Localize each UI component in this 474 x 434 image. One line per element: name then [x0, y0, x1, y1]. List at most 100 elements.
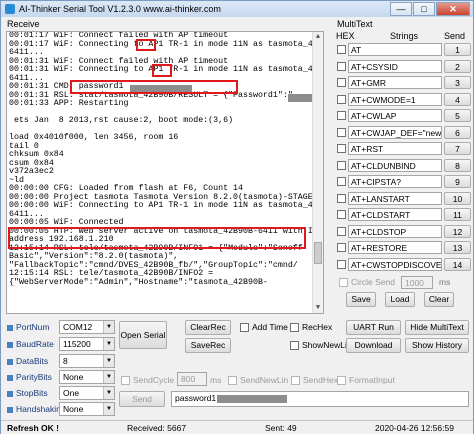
- multitext-save-button[interactable]: Save: [346, 292, 376, 307]
- sent-count: Sent: 49: [265, 423, 297, 433]
- hex-checkbox[interactable]: [337, 259, 346, 269]
- receive-log-line: csum 0x84: [9, 158, 54, 168]
- download-button[interactable]: Download: [346, 338, 401, 353]
- multitext-string-input[interactable]: AT+CWSTOPDISCOVER: [348, 257, 442, 271]
- hide-multitext-button[interactable]: Hide MultiText: [405, 320, 469, 335]
- hex-checkbox[interactable]: [337, 177, 346, 186]
- multitext-row: AT+CWSTOPDISCOVER 14: [336, 257, 472, 272]
- multitext-send-button[interactable]: 9: [444, 175, 471, 188]
- multitext-row: AT+RESTORE 13: [336, 241, 472, 255]
- close-button[interactable]: ✕: [436, 2, 470, 16]
- circle-send-row: Circle Send 1000 ms: [335, 276, 471, 289]
- send-input[interactable]: password1: [171, 391, 469, 407]
- multitext-send-button[interactable]: 5: [444, 109, 471, 122]
- status-bar: Refresh OK ! Received: 5667 Sent: 49 202…: [1, 420, 473, 434]
- hex-checkbox[interactable]: [337, 160, 346, 170]
- multitext-send-button[interactable]: 2: [444, 59, 471, 73]
- scroll-thumb[interactable]: [314, 242, 322, 264]
- multitext-string-input[interactable]: AT+CIPSTA?: [348, 175, 442, 188]
- multitext-string-input[interactable]: AT+RESTORE: [348, 241, 442, 254]
- receive-scrollbar[interactable]: ▲ ▼: [312, 32, 323, 313]
- multitext-send-button[interactable]: 14: [444, 257, 471, 271]
- multitext-string-input[interactable]: AT+CLDUNBIND: [348, 158, 442, 172]
- minimize-button[interactable]: —: [390, 2, 412, 16]
- multitext-send-button[interactable]: 7: [444, 142, 471, 155]
- window-title: AI-Thinker Serial Tool V1.2.3.0 www.ai-t…: [19, 4, 221, 14]
- hex-checkbox[interactable]: [337, 210, 346, 219]
- hex-checkbox[interactable]: [337, 78, 346, 87]
- circle-send-interval[interactable]: 1000: [401, 276, 433, 289]
- send-cycle-unit: ms: [210, 375, 222, 385]
- send-cycle-interval[interactable]: 800: [177, 372, 207, 386]
- maximize-button[interactable]: □: [413, 2, 435, 16]
- multitext-string-input[interactable]: AT+CLDSTART: [348, 208, 442, 221]
- receive-label: Receive: [7, 19, 40, 29]
- multitext-send-button[interactable]: 3: [444, 76, 471, 89]
- multitext-send-button[interactable]: 11: [444, 208, 471, 221]
- highlight-box-tr1-b: [152, 64, 172, 77]
- hex-checkbox[interactable]: [337, 111, 346, 120]
- multitext-row: AT+CWMODE=1 4: [336, 92, 472, 107]
- sendhex-checkbox[interactable]: SendHex: [291, 375, 338, 386]
- hex-checkbox[interactable]: [337, 243, 346, 252]
- databits-label: DataBits: [7, 356, 48, 366]
- multitext-string-input[interactable]: AT+CSYSID: [348, 59, 442, 73]
- rechex-checkbox[interactable]: RecHex: [290, 322, 332, 333]
- save-rec-button[interactable]: SaveRec: [185, 338, 231, 353]
- hex-checkbox[interactable]: [337, 61, 346, 71]
- send-button[interactable]: Send: [119, 391, 165, 407]
- hex-checkbox[interactable]: [337, 144, 346, 153]
- multitext-string-input[interactable]: AT+CLDSTOP: [348, 224, 442, 238]
- baudrate-label: BaudRate: [7, 339, 54, 349]
- multitext-string-input[interactable]: AT+CWLAP: [348, 109, 442, 122]
- hex-checkbox[interactable]: [337, 127, 346, 137]
- hex-checkbox[interactable]: [337, 193, 346, 203]
- baudrate-select[interactable]: 115200 ▼: [59, 337, 115, 351]
- open-serial-button[interactable]: Open Serial: [119, 321, 167, 349]
- multitext-string-input[interactable]: AT+LANSTART: [348, 191, 442, 205]
- multitext-send-button[interactable]: 10: [444, 191, 471, 205]
- hex-checkbox[interactable]: [337, 94, 346, 104]
- send-cycle-checkbox[interactable]: SendCycle: [121, 375, 174, 386]
- hex-checkbox[interactable]: [337, 45, 346, 54]
- multitext-clear-button[interactable]: Clear: [424, 292, 454, 307]
- format-input-checkbox[interactable]: FormatInput: [337, 375, 395, 386]
- databits-select[interactable]: 8 ▼: [59, 354, 115, 368]
- multitext-string-input[interactable]: AT+GMR: [348, 76, 442, 89]
- receive-log-line: ets Jan 8 2013,rst cause:2, boot mode:(3…: [9, 116, 234, 125]
- scroll-up-icon[interactable]: ▲: [313, 32, 323, 42]
- hex-header: HEX: [336, 31, 355, 41]
- receive-log-line: {"WebServerMode":"Admin","Hostname":"tas…: [9, 277, 268, 287]
- show-history-button[interactable]: Show History: [405, 338, 469, 353]
- receive-log-line: 00:01:17 WiF: Connecting to AP1 TR-1 in …: [9, 39, 324, 49]
- stopbits-select[interactable]: One ▼: [59, 386, 115, 400]
- multitext-string-input[interactable]: AT+RST: [348, 142, 442, 155]
- multitext-string-input[interactable]: AT: [348, 43, 442, 56]
- clear-rec-button[interactable]: ClearRec: [185, 320, 231, 335]
- uart-run-button[interactable]: UART Run: [346, 320, 401, 335]
- multitext-send-button[interactable]: 13: [444, 241, 471, 254]
- multitext-send-button[interactable]: 8: [444, 158, 471, 172]
- multitext-row: AT+LANSTART 10: [336, 191, 472, 206]
- multitext-row: AT+CLDUNBIND 8: [336, 158, 472, 173]
- receive-log-line: 00:01:33 APP: Restarting: [9, 99, 129, 108]
- handshaking-select[interactable]: None ▼: [59, 402, 115, 416]
- add-time-checkbox[interactable]: Add Time: [240, 322, 288, 333]
- scroll-down-icon[interactable]: ▼: [313, 303, 323, 313]
- multitext-send-button[interactable]: 1: [444, 43, 471, 56]
- multitext-send-button[interactable]: 6: [444, 125, 471, 139]
- send-newline-checkbox[interactable]: SendNewLin: [228, 375, 288, 386]
- received-count: Received: 5667: [127, 423, 187, 433]
- circle-send-checkbox[interactable]: Circle Send: [339, 277, 395, 288]
- app-window: AI-Thinker Serial Tool V1.2.3.0 www.ai-t…: [0, 0, 474, 434]
- multitext-string-input[interactable]: AT+CWJAP_DEF="newifi_: [348, 125, 442, 139]
- multitext-send-button[interactable]: 4: [444, 92, 471, 106]
- multitext-send-button[interactable]: 12: [444, 224, 471, 238]
- paritybits-select[interactable]: None ▼: [59, 370, 115, 384]
- multitext-row: AT+CWLAP 5: [336, 109, 472, 123]
- title-bar: AI-Thinker Serial Tool V1.2.3.0 www.ai-t…: [1, 1, 473, 17]
- multitext-string-input[interactable]: AT+CWMODE=1: [348, 92, 442, 106]
- portnum-select[interactable]: COM12 ▼: [59, 320, 115, 334]
- hex-checkbox[interactable]: [337, 226, 346, 236]
- multitext-load-button[interactable]: Load: [385, 292, 415, 307]
